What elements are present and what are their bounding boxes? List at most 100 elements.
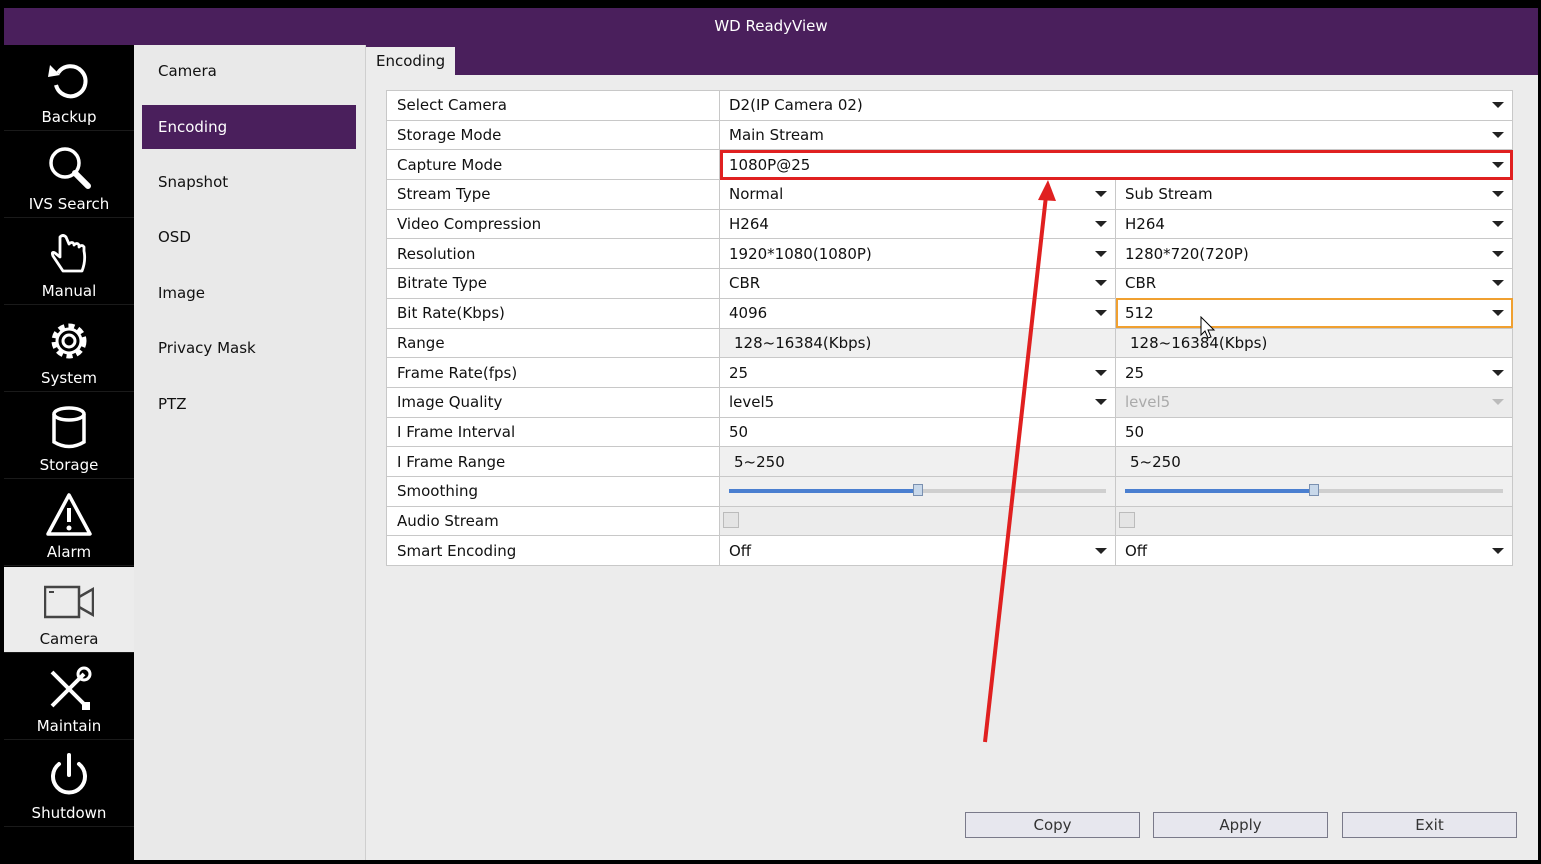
row-bit-rate: Bit Rate(Kbps) 4096 512 <box>386 297 1514 329</box>
nav-ivs-search[interactable]: IVS Search <box>4 132 134 218</box>
chevron-down-icon <box>1095 280 1107 287</box>
row-audio-stream: Audio Stream <box>386 505 1514 537</box>
chevron-down-icon <box>1095 191 1107 198</box>
power-icon <box>44 751 94 801</box>
dropdown-value: 1920*1080(1080P) <box>729 244 872 263</box>
field-label: Smoothing <box>386 475 720 507</box>
stream-type-sub-dropdown[interactable]: Sub Stream <box>1114 179 1514 210</box>
select-camera-dropdown[interactable]: D2(IP Camera 02) <box>718 90 1514 121</box>
smart-encoding-main-dropdown[interactable]: Off <box>719 535 1116 566</box>
smoothing-main-slider[interactable] <box>719 475 1116 507</box>
resolution-main-dropdown[interactable]: 1920*1080(1080P) <box>719 238 1116 270</box>
nav-system[interactable]: System <box>4 306 134 392</box>
subnav-ptz[interactable]: PTZ <box>142 382 356 426</box>
copy-button[interactable]: Copy <box>965 812 1140 838</box>
encoding-settings-table: Select Camera D2(IP Camera 02) Storage M… <box>386 90 1514 566</box>
field-label: I Frame Range <box>386 446 720 477</box>
slider-track[interactable] <box>1125 484 1504 497</box>
subnav-image[interactable]: Image <box>142 271 356 315</box>
subnav-privacy-mask[interactable]: Privacy Mask <box>142 326 356 370</box>
dropdown-value: 1080P@25 <box>729 155 811 174</box>
bit-rate-main-dropdown[interactable]: 4096 <box>719 297 1116 329</box>
bitrate-type-main-dropdown[interactable]: CBR <box>719 268 1116 299</box>
range-sub-value: 128~16384(Kbps) <box>1114 327 1514 359</box>
subnav-encoding[interactable]: Encoding <box>142 105 356 149</box>
field-label: Select Camera <box>386 90 720 121</box>
bitrate-type-sub-dropdown[interactable]: CBR <box>1114 268 1514 299</box>
chevron-down-icon <box>1492 399 1505 406</box>
main-nav: Backup IVS Search Manual System Storage <box>4 45 134 860</box>
dropdown-value: CBR <box>1125 274 1157 293</box>
image-quality-main-dropdown[interactable]: level5 <box>719 386 1116 418</box>
field-label: Capture Mode <box>386 149 720 181</box>
range-main-value: 128~16384(Kbps) <box>719 327 1116 359</box>
video-compression-sub-dropdown[interactable]: H264 <box>1114 208 1514 240</box>
nav-backup[interactable]: Backup <box>4 45 134 131</box>
field-label: Stream Type <box>386 179 720 210</box>
field-label: Smart Encoding <box>386 535 720 566</box>
nav-label: System <box>41 369 97 387</box>
row-stream-type: Stream Type Normal Sub Stream <box>386 179 1514 210</box>
image-quality-sub-dropdown: level5 <box>1114 386 1514 418</box>
field-label: Audio Stream <box>386 505 720 537</box>
frame-rate-main-dropdown[interactable]: 25 <box>719 357 1116 388</box>
nav-camera[interactable]: Camera <box>4 567 134 653</box>
nav-label: Backup <box>41 108 97 126</box>
exit-button[interactable]: Exit <box>1342 812 1517 838</box>
dropdown-value: Off <box>1125 541 1148 560</box>
frame-rate-sub-dropdown[interactable]: 25 <box>1114 357 1514 388</box>
dropdown-value: level5 <box>729 393 775 412</box>
field-label: Storage Mode <box>386 119 720 151</box>
dropdown-value: 25 <box>729 363 749 382</box>
nav-label: Maintain <box>36 717 102 735</box>
subnav-camera[interactable]: Camera <box>142 49 356 93</box>
smart-encoding-sub-dropdown[interactable]: Off <box>1114 535 1514 566</box>
nav-label: Camera <box>39 630 99 648</box>
backup-icon <box>44 55 94 105</box>
chevron-down-icon <box>1095 250 1107 257</box>
dropdown-value: D2(IP Camera 02) <box>729 96 863 115</box>
i-frame-interval-sub-input[interactable]: 50 <box>1114 416 1514 448</box>
chevron-down-icon <box>1492 191 1505 198</box>
chevron-down-icon <box>1492 102 1505 109</box>
video-compression-main-dropdown[interactable]: H264 <box>719 208 1116 240</box>
stream-type-main-dropdown[interactable]: Normal <box>719 179 1116 210</box>
tab-bar: Encoding <box>366 45 1538 75</box>
nav-alarm[interactable]: Alarm <box>4 480 134 566</box>
smoothing-sub-slider[interactable] <box>1114 475 1514 507</box>
field-label: Bitrate Type <box>386 268 720 299</box>
i-frame-interval-main-input[interactable]: 50 <box>719 416 1116 448</box>
dropdown-value: CBR <box>729 274 761 293</box>
resolution-sub-dropdown[interactable]: 1280*720(720P) <box>1114 238 1514 270</box>
subnav-snapshot[interactable]: Snapshot <box>142 160 356 204</box>
capture-mode-dropdown[interactable]: 1080P@25 <box>718 149 1514 181</box>
slider-track[interactable] <box>729 484 1106 497</box>
nav-label: Alarm <box>46 543 92 561</box>
chevron-down-icon <box>1492 221 1505 228</box>
tab-encoding[interactable]: Encoding <box>366 47 456 75</box>
audio-stream-sub-checkbox[interactable] <box>1119 511 1135 528</box>
subnav-osd[interactable]: OSD <box>142 215 356 259</box>
field-label: I Frame Interval <box>386 416 720 448</box>
search-icon <box>44 142 94 192</box>
nav-storage[interactable]: Storage <box>4 393 134 479</box>
dropdown-value: Off <box>729 541 752 560</box>
nav-label: Manual <box>41 282 97 300</box>
bit-rate-sub-dropdown[interactable]: 512 <box>1114 297 1514 329</box>
chevron-down-icon <box>1095 221 1107 228</box>
audio-stream-sub-cell <box>1114 505 1514 537</box>
field-label: Frame Rate(fps) <box>386 357 720 388</box>
apply-button[interactable]: Apply <box>1153 812 1328 838</box>
dropdown-value: level5 <box>1125 393 1171 412</box>
slider-thumb[interactable] <box>1309 484 1319 497</box>
nav-manual[interactable]: Manual <box>4 219 134 305</box>
slider-thumb[interactable] <box>912 484 923 497</box>
audio-stream-main-checkbox[interactable] <box>723 511 739 528</box>
nav-maintain[interactable]: Maintain <box>4 654 134 740</box>
audio-stream-main-cell <box>719 505 1116 537</box>
row-bitrate-type: Bitrate Type CBR CBR <box>386 268 1514 299</box>
storage-mode-dropdown[interactable]: Main Stream <box>718 119 1514 151</box>
nav-shutdown[interactable]: Shutdown <box>4 741 134 827</box>
chevron-down-icon <box>1492 280 1505 287</box>
row-frame-rate: Frame Rate(fps) 25 25 <box>386 357 1514 388</box>
